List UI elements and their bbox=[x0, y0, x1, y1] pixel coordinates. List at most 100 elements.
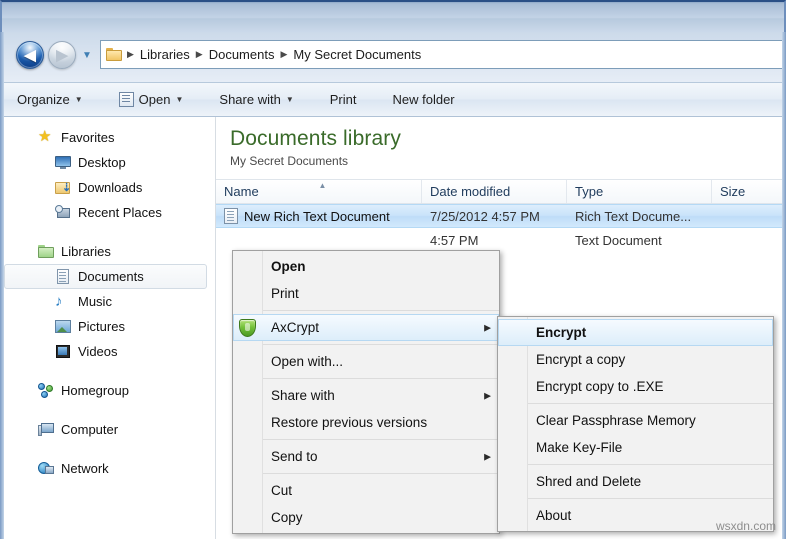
context-menu[interactable]: Open Print AxCrypt ▶ Open with... Share … bbox=[232, 250, 500, 534]
context-menu-item-open-with[interactable]: Open with... bbox=[233, 348, 499, 375]
context-menu-item-axcrypt-label: AxCrypt bbox=[271, 320, 320, 335]
homegroup-icon bbox=[38, 383, 54, 398]
folder-icon bbox=[106, 47, 123, 62]
sidebar-item-pictures[interactable]: Pictures bbox=[4, 314, 207, 339]
sidebar-item-homegroup-label: Homegroup bbox=[61, 383, 129, 398]
context-menu-item-restore-previous-versions[interactable]: Restore previous versions bbox=[233, 409, 499, 436]
explorer-window: ◀ ▶ ▼ ▶ Libraries ▶ Documents ▶ My Secre… bbox=[0, 0, 786, 539]
column-header-type-label: Type bbox=[575, 184, 604, 199]
table-row[interactable]: New Rich Text Document 7/25/2012 4:57 PM… bbox=[216, 204, 782, 228]
context-menu-item-cut-label: Cut bbox=[271, 483, 293, 498]
monitor-icon bbox=[55, 155, 71, 170]
new-folder-button[interactable]: New folder bbox=[383, 87, 463, 113]
back-arrow-icon: ◀ bbox=[24, 46, 36, 64]
submenu-item-make-key-file-label: Make Key-File bbox=[536, 440, 623, 455]
sidebar-item-network-label: Network bbox=[61, 461, 109, 476]
file-date-cell: 4:57 PM bbox=[430, 232, 479, 248]
breadcrumb-separator-1[interactable]: ▶ bbox=[194, 49, 205, 60]
submenu-item-encrypt-copy-to-exe-label: Encrypt copy to .EXE bbox=[536, 379, 664, 394]
breadcrumb-documents[interactable]: Documents bbox=[205, 45, 279, 64]
chevron-down-icon: ▼ bbox=[285, 95, 294, 104]
submenu-separator bbox=[528, 464, 773, 465]
sidebar-item-music[interactable]: ♪ Music bbox=[4, 289, 207, 314]
open-button[interactable]: Open ▼ bbox=[110, 87, 193, 113]
documents-icon bbox=[55, 269, 71, 284]
music-note-icon: ♪ bbox=[55, 293, 63, 310]
new-folder-label: New folder bbox=[392, 92, 455, 107]
breadcrumb-libraries[interactable]: Libraries bbox=[136, 45, 194, 64]
column-header-size[interactable]: Size bbox=[712, 180, 782, 203]
submenu-item-encrypt[interactable]: Encrypt bbox=[498, 319, 773, 346]
breadcrumb-separator-0[interactable]: ▶ bbox=[125, 49, 136, 60]
column-header-name[interactable]: Name ▲ bbox=[216, 180, 422, 203]
axcrypt-submenu[interactable]: Encrypt Encrypt a copy Encrypt copy to .… bbox=[497, 316, 774, 532]
context-menu-item-print[interactable]: Print bbox=[233, 280, 499, 307]
sidebar-item-homegroup[interactable]: Homegroup bbox=[4, 378, 215, 403]
sidebar-item-documents[interactable]: Documents bbox=[4, 264, 207, 289]
submenu-item-clear-passphrase-memory[interactable]: Clear Passphrase Memory bbox=[498, 407, 773, 434]
file-date-cell: 7/25/2012 4:57 PM bbox=[430, 208, 540, 224]
print-button[interactable]: Print bbox=[321, 87, 366, 113]
title-bar bbox=[0, 0, 786, 32]
submenu-item-clear-passphrase-memory-label: Clear Passphrase Memory bbox=[536, 413, 696, 428]
watermark: wsxdn.com bbox=[715, 519, 776, 533]
share-with-button[interactable]: Share with ▼ bbox=[210, 87, 302, 113]
column-header-date-modified-label: Date modified bbox=[430, 184, 511, 199]
context-menu-item-copy[interactable]: Copy bbox=[233, 504, 499, 531]
context-menu-item-copy-label: Copy bbox=[271, 510, 303, 525]
organize-button[interactable]: Organize ▼ bbox=[8, 87, 92, 113]
sidebar-item-desktop-label: Desktop bbox=[78, 155, 126, 170]
forward-arrow-icon: ▶ bbox=[56, 46, 68, 64]
column-header-date-modified[interactable]: Date modified bbox=[422, 180, 567, 203]
organize-label: Organize bbox=[17, 92, 70, 107]
library-folder-icon bbox=[38, 244, 54, 259]
command-toolbar: Organize ▼ Open ▼ Share with ▼ Print New… bbox=[4, 82, 782, 117]
navigation-pane[interactable]: ★ Favorites Desktop ⇣ Downloads Recent P… bbox=[4, 117, 216, 539]
context-menu-item-share-with-label: Share with bbox=[271, 388, 335, 403]
context-menu-item-open[interactable]: Open bbox=[233, 253, 499, 280]
column-header-size-label: Size bbox=[720, 184, 746, 199]
context-menu-item-open-label: Open bbox=[271, 259, 306, 274]
sidebar-item-downloads[interactable]: ⇣ Downloads bbox=[4, 175, 207, 200]
library-header: Documents library My Secret Documents bbox=[216, 117, 782, 168]
page-subtitle: My Secret Documents bbox=[230, 154, 349, 168]
context-menu-item-send-to[interactable]: Send to ▶ bbox=[233, 443, 499, 470]
submenu-item-encrypt-a-copy[interactable]: Encrypt a copy bbox=[498, 346, 773, 373]
back-button[interactable]: ◀ bbox=[16, 41, 44, 69]
context-menu-item-cut[interactable]: Cut bbox=[233, 477, 499, 504]
window-frame-right bbox=[782, 32, 786, 539]
submenu-item-encrypt-copy-to-exe[interactable]: Encrypt copy to .EXE bbox=[498, 373, 773, 400]
address-bar[interactable]: ▶ Libraries ▶ Documents ▶ My Secret Docu… bbox=[100, 40, 782, 69]
column-header-type[interactable]: Type bbox=[567, 180, 712, 203]
sidebar-item-desktop[interactable]: Desktop bbox=[4, 150, 207, 175]
sidebar-item-recent-places[interactable]: Recent Places bbox=[4, 200, 207, 225]
sidebar-item-network[interactable]: Network bbox=[4, 456, 215, 481]
sidebar-item-recent-places-label: Recent Places bbox=[78, 205, 162, 220]
context-menu-separator bbox=[263, 344, 499, 345]
context-menu-item-axcrypt[interactable]: AxCrypt ▶ bbox=[233, 314, 499, 341]
forward-button[interactable]: ▶ bbox=[48, 41, 76, 69]
submenu-item-shred-and-delete-label: Shred and Delete bbox=[536, 474, 642, 489]
sidebar-item-videos[interactable]: Videos bbox=[4, 339, 207, 364]
context-menu-separator bbox=[263, 473, 499, 474]
chevron-down-icon: ▼ bbox=[74, 95, 83, 104]
submenu-item-shred-and-delete[interactable]: Shred and Delete bbox=[498, 468, 773, 495]
rich-text-document-icon bbox=[224, 208, 238, 224]
sidebar-group-libraries[interactable]: Libraries bbox=[4, 239, 215, 264]
breadcrumb-my-secret-documents[interactable]: My Secret Documents bbox=[289, 45, 425, 64]
axcrypt-shield-icon bbox=[239, 318, 256, 337]
print-label: Print bbox=[329, 92, 357, 107]
recent-pages-dropdown[interactable]: ▼ bbox=[82, 50, 92, 61]
sidebar-item-computer[interactable]: Computer bbox=[4, 417, 215, 442]
videos-icon bbox=[55, 344, 71, 359]
star-icon: ★ bbox=[38, 128, 52, 145]
sidebar-group-favorites[interactable]: ★ Favorites bbox=[4, 125, 215, 150]
recent-places-icon bbox=[55, 205, 71, 220]
context-menu-item-share-with[interactable]: Share with ▶ bbox=[233, 382, 499, 409]
navigation-bar: ◀ ▶ ▼ ▶ Libraries ▶ Documents ▶ My Secre… bbox=[4, 32, 782, 82]
file-type-cell: Rich Text Docume... bbox=[575, 208, 692, 224]
table-row[interactable]: 4:57 PM Text Document bbox=[216, 228, 782, 252]
context-menu-separator bbox=[263, 310, 499, 311]
breadcrumb-separator-2[interactable]: ▶ bbox=[278, 49, 289, 60]
submenu-item-make-key-file[interactable]: Make Key-File bbox=[498, 434, 773, 461]
